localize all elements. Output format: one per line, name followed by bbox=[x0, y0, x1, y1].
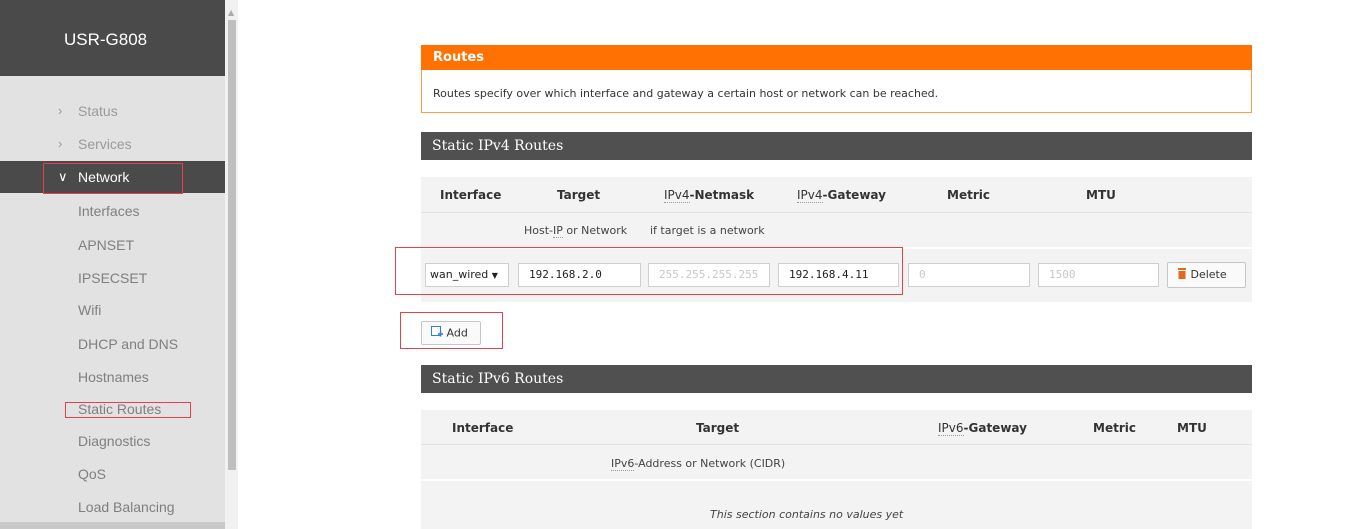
ipv6-section-title: Static IPv6 Routes bbox=[421, 365, 1252, 393]
scroll-up-icon[interactable]: ▲ bbox=[228, 8, 234, 17]
col-metric: Metric bbox=[1093, 421, 1136, 435]
empty-message: This section contains no values yet bbox=[710, 508, 904, 521]
netmask-suffix: -Netmask bbox=[689, 188, 755, 202]
target-hint: Host-IP or Network bbox=[524, 224, 628, 238]
gateway-suffix: -Gateway bbox=[822, 188, 886, 202]
chevron-right-icon: › bbox=[58, 136, 63, 151]
abbr-ip: IP bbox=[553, 224, 563, 238]
menu-item-status[interactable]: › Status bbox=[0, 95, 225, 127]
page-title: Routes bbox=[421, 45, 1252, 70]
scroll-thumb[interactable] bbox=[228, 20, 236, 470]
highlight-network bbox=[43, 163, 183, 194]
ipv4-section-title: Static IPv4 Routes bbox=[421, 132, 1252, 160]
delete-label: Delete bbox=[1190, 268, 1227, 281]
highlight-static-routes bbox=[65, 402, 191, 418]
sidebar-item-dhcp-dns[interactable]: DHCP and DNS bbox=[78, 332, 178, 356]
sidebar-item-ipsecset[interactable]: IPSECSET bbox=[78, 266, 147, 290]
chevron-right-icon: › bbox=[58, 103, 63, 118]
sidebar-footer bbox=[0, 522, 225, 529]
highlight-add bbox=[400, 312, 503, 349]
col-gateway: IPv6-Gateway bbox=[938, 421, 1027, 436]
sidebar-item-interfaces[interactable]: Interfaces bbox=[78, 199, 139, 223]
divider bbox=[421, 479, 1252, 481]
sidebar-item-diagnostics[interactable]: Diagnostics bbox=[78, 429, 150, 453]
target-hint-suffix: -Address or Network (CIDR) bbox=[634, 457, 786, 470]
col-mtu: MTU bbox=[1086, 188, 1116, 202]
netmask-hint: if target is a network bbox=[650, 224, 765, 237]
brand-logo: USR-G808 bbox=[64, 30, 148, 49]
col-mtu: MTU bbox=[1177, 421, 1207, 435]
highlight-route-row bbox=[395, 247, 903, 295]
abbr-ipv6: IPv6 bbox=[611, 457, 635, 471]
abbr-ipv6: IPv6 bbox=[938, 421, 964, 436]
abbr-ipv4: IPv4 bbox=[664, 188, 690, 203]
ipv6-target-hint: IPv6-Address or Network (CIDR) bbox=[611, 457, 786, 471]
target-hint-a: Host- bbox=[524, 224, 554, 237]
menu-label: Status bbox=[78, 103, 118, 119]
target-hint-b: or Network bbox=[562, 224, 628, 237]
col-netmask: IPv4-Netmask bbox=[664, 188, 755, 203]
gateway-suffix: -Gateway bbox=[963, 421, 1027, 435]
abbr-ipv4: IPv4 bbox=[797, 188, 823, 203]
sidebar-item-wifi[interactable]: Wifi bbox=[78, 298, 101, 322]
sidebar-item-apnset[interactable]: APNSET bbox=[78, 233, 134, 257]
routes-description: Routes specify over which interface and … bbox=[421, 70, 1252, 113]
divider bbox=[421, 444, 1252, 445]
col-target: Target bbox=[696, 421, 740, 435]
sidebar-header: USR-G808 bbox=[0, 0, 225, 76]
menu-item-services[interactable]: › Services bbox=[0, 128, 225, 160]
col-interface: Interface bbox=[440, 188, 502, 202]
metric-input[interactable]: 0 bbox=[908, 263, 1030, 287]
col-gateway: IPv4-Gateway bbox=[797, 188, 886, 203]
sidebar-item-qos[interactable]: QoS bbox=[78, 462, 106, 486]
divider bbox=[421, 212, 1252, 213]
sidebar-item-hostnames[interactable]: Hostnames bbox=[78, 365, 149, 389]
delete-button[interactable]: Delete bbox=[1167, 262, 1246, 288]
col-metric: Metric bbox=[947, 188, 990, 202]
menu-label: Services bbox=[78, 136, 132, 152]
sidebar-item-load-balancing[interactable]: Load Balancing bbox=[78, 495, 175, 519]
mtu-input[interactable]: 1500 bbox=[1038, 263, 1159, 287]
trash-icon bbox=[1177, 268, 1187, 282]
col-interface: Interface bbox=[452, 421, 514, 435]
sidebar: USR-G808 › Status › Services ∨ Network I… bbox=[0, 0, 225, 529]
col-target: Target bbox=[557, 188, 601, 202]
